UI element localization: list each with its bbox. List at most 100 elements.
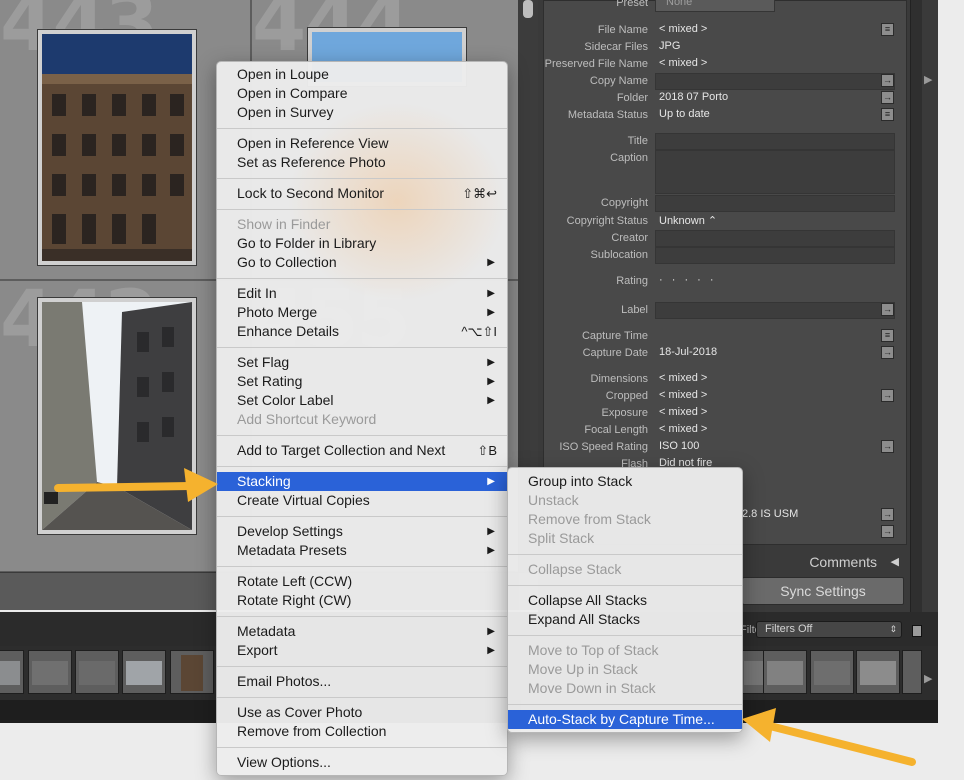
menu-separator (508, 554, 742, 555)
menu-item-label: Go to Folder in Library (237, 235, 377, 251)
preset-select[interactable]: None (655, 0, 775, 12)
submenu-item-expand-all-stacks[interactable]: Expand All Stacks (508, 610, 742, 629)
grid-cell[interactable]: 442 (0, 280, 251, 572)
menu-item-label: Open in Reference View (237, 135, 389, 151)
creator-field[interactable] (655, 230, 895, 247)
menu-item-metadata-presets[interactable]: Metadata Presets ▶ (217, 541, 507, 560)
menu-item-edit-in[interactable]: Edit In ▶ (217, 284, 507, 303)
filmstrip-thumb[interactable] (170, 650, 214, 694)
arrow-right-icon[interactable]: → (881, 440, 894, 453)
list-icon[interactable]: ≡ (881, 108, 894, 121)
dimensions-value: < mixed > (659, 372, 708, 384)
menu-item-label: Show in Finder (237, 216, 331, 232)
copyright-field[interactable] (655, 195, 895, 212)
triangle-right-icon[interactable]: ▶ (924, 73, 932, 86)
arrow-right-icon[interactable]: → (881, 346, 894, 359)
preset-row: Preset None (544, 0, 908, 12)
exposure-label: Exposure (601, 407, 648, 419)
filmstrip-thumb[interactable] (810, 650, 854, 694)
menu-item-rotate-left[interactable]: Rotate Left (CCW) (217, 572, 507, 591)
cropped-row: Cropped < mixed > → (544, 388, 908, 405)
menu-item-set-rating[interactable]: Set Rating ▶ (217, 372, 507, 391)
arrow-right-icon[interactable]: → (881, 303, 894, 316)
menu-separator (217, 435, 507, 436)
menu-item-add-to-target-collection[interactable]: Add to Target Collection and Next ⇧B (217, 441, 507, 460)
menu-item-label: Collapse Stack (528, 561, 622, 577)
metadata-status-label: Metadata Status (567, 109, 648, 121)
sync-settings-button[interactable]: Sync Settings (742, 577, 904, 605)
copy-name-field[interactable] (655, 73, 895, 90)
menu-item-add-shortcut-keyword: Add Shortcut Keyword (217, 410, 507, 429)
menu-item-set-color-label[interactable]: Set Color Label ▶ (217, 391, 507, 410)
menu-item-email-photos[interactable]: Email Photos... (217, 672, 507, 691)
sublocation-field[interactable] (655, 247, 895, 264)
filmstrip-thumb[interactable] (0, 650, 24, 694)
grid-scroll-thumb[interactable] (523, 0, 533, 18)
arrow-right-icon[interactable]: → (881, 74, 894, 87)
menu-item-remove-from-collection[interactable]: Remove from Collection (217, 722, 507, 741)
arrow-right-icon[interactable]: → (881, 389, 894, 402)
triangle-right-icon[interactable]: ▶ (924, 672, 932, 685)
submenu-item-unstack: Unstack (508, 491, 742, 510)
arrow-right-icon[interactable]: → (881, 525, 894, 538)
menu-item-open-in-loupe[interactable]: Open in Loupe (217, 65, 507, 84)
menu-item-go-to-folder[interactable]: Go to Folder in Library (217, 234, 507, 253)
rating-label: Rating (616, 275, 648, 287)
file-name-value[interactable]: < mixed > (659, 23, 707, 35)
submenu-item-split-stack: Split Stack (508, 529, 742, 548)
caption-row: Caption (544, 150, 908, 194)
menu-separator (217, 516, 507, 517)
menu-item-stacking[interactable]: Stacking ▶ (217, 472, 507, 491)
filter-lock-toggle[interactable] (912, 625, 922, 637)
filter-select[interactable]: Filters Off ⇕ (756, 621, 902, 638)
label-label: Label (621, 304, 648, 316)
submenu-item-collapse-all-stacks[interactable]: Collapse All Stacks (508, 591, 742, 610)
filmstrip-thumb[interactable] (856, 650, 900, 694)
submenu-item-auto-stack-by-capture-time[interactable]: Auto-Stack by Capture Time... (508, 710, 742, 729)
menu-item-rotate-right[interactable]: Rotate Right (CW) (217, 591, 507, 610)
label-field[interactable] (655, 302, 895, 319)
arrow-right-icon[interactable]: → (881, 508, 894, 521)
menu-item-label: Add Shortcut Keyword (237, 411, 377, 427)
arrow-right-icon[interactable]: → (881, 91, 894, 104)
copyright-status-select[interactable]: Unknown ⌃ (659, 214, 717, 227)
rating-dots[interactable]: · · · · · (659, 274, 717, 286)
filmstrip-thumb[interactable] (122, 650, 166, 694)
menu-item-label: Rotate Left (CCW) (237, 573, 353, 589)
submenu-item-move-up: Move Up in Stack (508, 660, 742, 679)
grid-cell[interactable]: 443 (0, 0, 251, 280)
menu-item-open-in-reference-view[interactable]: Open in Reference View (217, 134, 507, 153)
metadata-status-value: Up to date (659, 108, 710, 120)
list-icon[interactable]: ≡ (881, 23, 894, 36)
title-field[interactable] (655, 133, 895, 150)
menu-item-open-in-compare[interactable]: Open in Compare (217, 84, 507, 103)
submenu-item-group-into-stack[interactable]: Group into Stack (508, 472, 742, 491)
thumbnail[interactable] (37, 297, 197, 535)
menu-item-create-virtual-copies[interactable]: Create Virtual Copies (217, 491, 507, 510)
menu-item-label: Go to Collection (237, 254, 337, 270)
filmstrip-thumb[interactable] (28, 650, 72, 694)
menu-item-develop-settings[interactable]: Develop Settings ▶ (217, 522, 507, 541)
menu-item-photo-merge[interactable]: Photo Merge ▶ (217, 303, 507, 322)
menu-item-use-as-cover-photo[interactable]: Use as Cover Photo (217, 703, 507, 722)
capture-date-label: Capture Date (582, 347, 648, 359)
panel-scrollbar[interactable] (910, 0, 922, 612)
menu-item-view-options[interactable]: View Options... (217, 753, 507, 772)
menu-item-go-to-collection[interactable]: Go to Collection ▶ (217, 253, 507, 272)
caption-label: Caption (610, 152, 648, 164)
menu-item-enhance-details[interactable]: Enhance Details ^⌥⇧I (217, 322, 507, 341)
menu-item-export[interactable]: Export ▶ (217, 641, 507, 660)
filmstrip-thumb[interactable] (75, 650, 119, 694)
filmstrip-thumb[interactable] (902, 650, 922, 694)
list-icon[interactable]: ≡ (881, 329, 894, 342)
filmstrip-thumb[interactable] (763, 650, 807, 694)
menu-item-metadata[interactable]: Metadata ▶ (217, 622, 507, 641)
caption-field[interactable] (655, 150, 895, 194)
menu-item-set-flag[interactable]: Set Flag ▶ (217, 353, 507, 372)
menu-item-set-as-reference-photo[interactable]: Set as Reference Photo (217, 153, 507, 172)
sidecar-label: Sidecar Files (584, 41, 648, 53)
menu-separator (217, 466, 507, 467)
thumbnail[interactable] (37, 29, 197, 266)
menu-item-open-in-survey[interactable]: Open in Survey (217, 103, 507, 122)
menu-item-lock-to-second-monitor[interactable]: Lock to Second Monitor ⇧⌘↩ (217, 184, 507, 203)
